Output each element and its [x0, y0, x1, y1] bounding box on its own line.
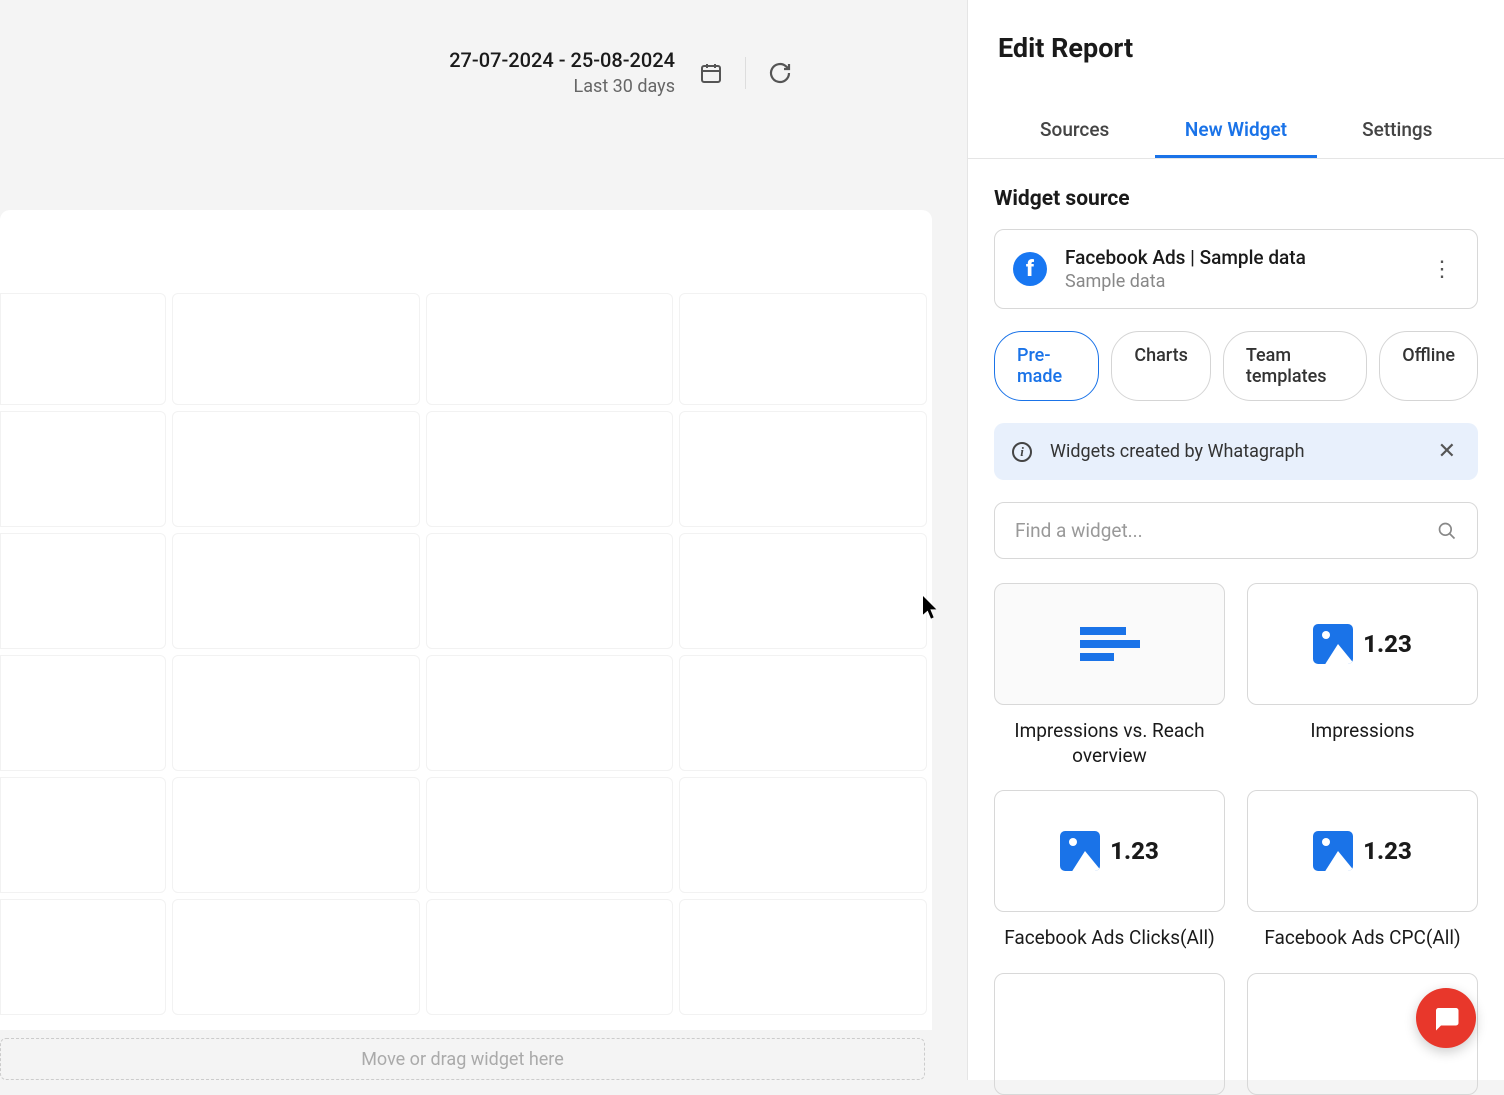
close-icon[interactable]: ✕ — [1434, 439, 1460, 464]
widget-item-cpc[interactable]: 1.23 Facebook Ads CPC(All) — [1247, 790, 1478, 951]
widget-list: Impressions vs. Reach overview 1.23 Impr… — [994, 583, 1478, 1095]
pill-charts[interactable]: Charts — [1111, 331, 1211, 401]
widget-item-next1[interactable] — [994, 973, 1225, 1095]
search-icon — [1437, 521, 1457, 541]
date-preset-label: Last 30 days — [449, 76, 675, 97]
widget-sample-number: 1.23 — [1363, 630, 1412, 658]
source-card[interactable]: f Facebook Ads | Sample data Sample data… — [994, 229, 1478, 309]
divider — [745, 57, 746, 89]
pill-team-templates[interactable]: Team templates — [1223, 331, 1367, 401]
date-range-text: 27-07-2024 - 25-08-2024 — [449, 48, 675, 72]
info-banner-text: Widgets created by Whatagraph — [1050, 441, 1434, 462]
panel-title: Edit Report — [998, 32, 1478, 64]
drop-zone-hint: Move or drag widget here — [361, 1049, 564, 1070]
widget-item-impressions-reach[interactable]: Impressions vs. Reach overview — [994, 583, 1225, 768]
tab-settings[interactable]: Settings — [1317, 104, 1478, 158]
drop-zone[interactable]: Move or drag widget here — [0, 1038, 925, 1080]
info-icon: i — [1012, 442, 1032, 462]
image-icon — [1313, 831, 1353, 871]
refresh-icon[interactable] — [766, 59, 794, 87]
date-range-picker: 27-07-2024 - 25-08-2024 Last 30 days — [449, 48, 794, 97]
tab-sources[interactable]: Sources — [994, 104, 1155, 158]
widget-label: Impressions — [1247, 719, 1478, 744]
image-icon — [1060, 831, 1100, 871]
info-banner: i Widgets created by Whatagraph ✕ — [994, 423, 1478, 480]
widget-label: Facebook Ads Clicks(All) — [994, 926, 1225, 951]
panel-tabs: Sources New Widget Settings — [968, 104, 1504, 159]
chat-icon — [1431, 1003, 1461, 1033]
widget-sample-number: 1.23 — [1110, 837, 1159, 865]
more-dots-icon[interactable]: ⋮ — [1425, 257, 1459, 282]
edit-report-panel: Edit Report Sources New Widget Settings … — [967, 0, 1504, 1080]
widget-category-pills: Pre-made Charts Team templates Offline — [994, 331, 1478, 401]
facebook-icon: f — [1013, 252, 1047, 286]
bars-icon — [1080, 627, 1140, 661]
widget-item-clicks[interactable]: 1.23 Facebook Ads Clicks(All) — [994, 790, 1225, 951]
pill-offline[interactable]: Offline — [1379, 331, 1478, 401]
calendar-icon[interactable] — [697, 59, 725, 87]
widget-source-label: Widget source — [994, 187, 1478, 211]
search-input[interactable] — [1015, 519, 1437, 542]
widget-label: Facebook Ads CPC(All) — [1247, 926, 1478, 951]
widget-grid-canvas[interactable] — [0, 290, 930, 1018]
source-subtitle: Sample data — [1065, 271, 1425, 292]
pill-premade[interactable]: Pre-made — [994, 331, 1099, 401]
report-canvas: 27-07-2024 - 25-08-2024 Last 30 days Mov… — [0, 0, 967, 1080]
image-icon — [1313, 624, 1353, 664]
widget-search[interactable] — [994, 502, 1478, 559]
tab-new-widget[interactable]: New Widget — [1155, 104, 1316, 158]
widget-label: Impressions vs. Reach overview — [994, 719, 1225, 768]
widget-item-impressions[interactable]: 1.23 Impressions — [1247, 583, 1478, 768]
source-title: Facebook Ads | Sample data — [1065, 246, 1425, 269]
widget-sample-number: 1.23 — [1363, 837, 1412, 865]
chat-fab[interactable] — [1416, 988, 1476, 1048]
